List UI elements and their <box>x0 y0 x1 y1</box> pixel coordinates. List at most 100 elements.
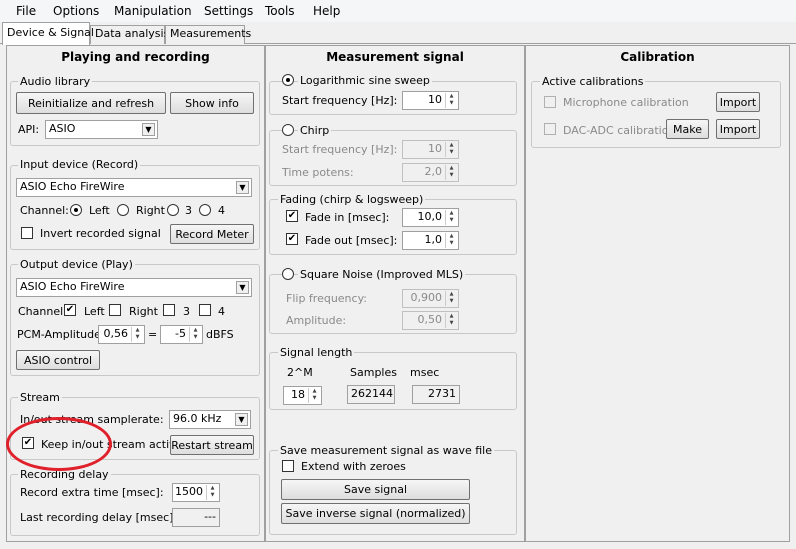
make-calibration-button[interactable]: Make <box>666 119 709 139</box>
chirp-radio[interactable] <box>282 124 294 136</box>
fading-label: Fading (chirp & logsweep) <box>278 193 426 206</box>
time-potens-spinner[interactable]: 2,0 ▲ ▼ <box>402 163 459 182</box>
input-channel-label: Channel: <box>20 204 69 217</box>
pcm-amplitude-spinner[interactable]: 0,56 ▲ ▼ <box>98 325 145 344</box>
log-start-freq-spinner[interactable]: 10 ▲ ▼ <box>402 91 459 110</box>
dbfs-spinner[interactable]: -5 ▲ ▼ <box>160 325 203 344</box>
save-inverse-signal-button[interactable]: Save inverse signal (normalized) <box>281 503 470 524</box>
restart-stream-button[interactable]: Restart stream <box>170 435 254 455</box>
amplitude-spinner[interactable]: 0,50 ▲ ▼ <box>402 311 459 330</box>
tab-device-signal[interactable]: Device & Signal <box>2 22 94 45</box>
fade-out-label: Fade out [msec]: <box>305 234 398 247</box>
chirp-start-freq-label: Start frequency [Hz]: <box>282 143 398 156</box>
pcm-amplitude-value: 0,56 <box>103 327 129 340</box>
output-device-select[interactable]: ASIO Echo FireWire ▼ <box>16 278 252 297</box>
last-recording-delay-label: Last recording delay [msec]: <box>20 511 178 524</box>
show-info-button[interactable]: Show info <box>170 92 254 114</box>
fade-in-value: 10,0 <box>417 210 443 223</box>
tab-data-analysis[interactable]: Data analysis <box>90 25 169 44</box>
signal-length-msec-header: msec <box>410 366 440 379</box>
menu-manipulation[interactable]: Manipulation <box>114 4 192 18</box>
menu-tools[interactable]: Tools <box>265 4 295 18</box>
playing-recording-title: Playing and recording <box>61 50 210 64</box>
menu-options[interactable]: Options <box>53 4 99 18</box>
output-channel-left-label: Left <box>84 305 105 318</box>
input-channel-4-radio[interactable] <box>199 204 211 216</box>
spinner-arrows-icon: ▲ ▼ <box>445 93 457 108</box>
dbfs-value: -5 <box>175 327 186 340</box>
menu-help[interactable]: Help <box>313 4 340 18</box>
save-signal-button[interactable]: Save signal <box>281 479 470 500</box>
input-device-select[interactable]: ASIO Echo FireWire ▼ <box>16 178 252 197</box>
spinner-arrows-icon: ▲ ▼ <box>445 313 457 328</box>
pcm-amplitude-label: PCM-Amplitude: <box>17 328 105 341</box>
chevron-down-icon: ▼ <box>142 123 155 136</box>
input-channel-3-radio[interactable] <box>167 204 179 216</box>
import-dac-calibration-button[interactable]: Import <box>716 119 760 139</box>
signal-length-samples-field: 262144 <box>347 385 395 404</box>
extend-zeroes-checkbox[interactable] <box>282 460 294 472</box>
invert-recorded-label: Invert recorded signal <box>40 227 161 240</box>
amplitude-label: Amplitude: <box>286 314 347 327</box>
tab-measurements[interactable]: Measurements <box>165 25 251 44</box>
menu-file[interactable]: File <box>16 4 36 18</box>
log-sweep-label: Logarithmic sine sweep <box>298 74 432 87</box>
chevron-down-icon: ▼ <box>236 181 249 194</box>
output-channel-3-checkbox[interactable] <box>163 304 175 316</box>
import-mic-calibration-button[interactable]: Import <box>716 92 760 112</box>
spinner-arrows-icon: ▲ ▼ <box>206 485 218 500</box>
dbfs-unit: dBFS <box>206 328 234 341</box>
fade-out-checkbox[interactable]: ✔ <box>286 233 298 245</box>
output-channel-4-checkbox[interactable] <box>199 304 211 316</box>
recording-delay-group <box>10 474 260 536</box>
dac-adc-calibration-checkbox[interactable] <box>544 123 556 135</box>
samplerate-select[interactable]: 96.0 kHz ▼ <box>169 410 251 429</box>
last-recording-delay-field: --- <box>172 508 220 527</box>
chirp-label: Chirp <box>298 124 332 137</box>
fade-in-checkbox[interactable]: ✔ <box>286 210 298 222</box>
menu-settings[interactable]: Settings <box>204 4 253 18</box>
samplerate-value: 96.0 kHz <box>173 412 222 425</box>
chirp-start-freq-spinner[interactable]: 10 ▲ ▼ <box>402 140 459 159</box>
spinner-arrows-icon: ▲ ▼ <box>445 291 457 306</box>
time-potens-label: Time potens: <box>282 166 354 179</box>
square-noise-radio[interactable] <box>282 268 294 280</box>
input-channel-left-radio[interactable] <box>70 204 82 216</box>
output-channel-right-label: Right <box>129 305 158 318</box>
input-device-value: ASIO Echo FireWire <box>20 180 125 193</box>
input-channel-left-label: Left <box>89 204 110 217</box>
record-meter-button[interactable]: Record Meter <box>170 224 254 244</box>
save-signal-label: Save measurement signal as wave file <box>278 444 495 457</box>
input-channel-3-label: 3 <box>185 204 192 217</box>
measurement-signal-title: Measurement signal <box>326 50 464 64</box>
input-channel-right-radio[interactable] <box>117 204 129 216</box>
fade-out-value: 1,0 <box>424 233 443 246</box>
fade-out-spinner[interactable]: 1,0 ▲ ▼ <box>402 231 459 250</box>
asio-control-button[interactable]: ASIO control <box>16 350 100 370</box>
spinner-arrows-icon: ▲ ▼ <box>445 165 457 180</box>
record-extra-time-spinner[interactable]: 1500 ▲ ▼ <box>172 483 220 502</box>
output-device-value: ASIO Echo FireWire <box>20 280 125 293</box>
output-channel-right-checkbox[interactable] <box>109 304 121 316</box>
api-select[interactable]: ASIO ▼ <box>45 120 158 139</box>
signal-length-m-spinner[interactable]: 18 ▲ ▼ <box>283 386 322 405</box>
calibration-title: Calibration <box>620 50 695 64</box>
spinner-arrows-icon: ▲ ▼ <box>189 327 201 342</box>
chevron-down-icon: ▼ <box>236 281 249 294</box>
spinner-arrows-icon: ▲ ▼ <box>445 233 457 248</box>
spinner-arrows-icon: ▲ ▼ <box>308 388 320 403</box>
signal-length-m-value: 18 <box>291 388 305 401</box>
invert-recorded-checkbox[interactable] <box>21 227 33 239</box>
output-device-label: Output device (Play) <box>18 258 135 271</box>
reinitialize-refresh-button[interactable]: Reinitialize and refresh <box>16 92 166 114</box>
log-sweep-radio[interactable] <box>282 74 294 86</box>
flip-frequency-spinner[interactable]: 0,900 ▲ ▼ <box>402 289 459 308</box>
api-label: API: <box>18 123 40 136</box>
spinner-arrows-icon: ▲ ▼ <box>131 327 143 342</box>
fade-in-spinner[interactable]: 10,0 ▲ ▼ <box>402 208 459 227</box>
square-noise-label: Square Noise (Improved MLS) <box>298 268 466 281</box>
flip-frequency-label: Flip frequency: <box>286 292 367 305</box>
microphone-calibration-checkbox[interactable] <box>544 96 556 108</box>
output-channel-left-checkbox[interactable]: ✔ <box>64 304 76 316</box>
api-value: ASIO <box>49 122 76 135</box>
